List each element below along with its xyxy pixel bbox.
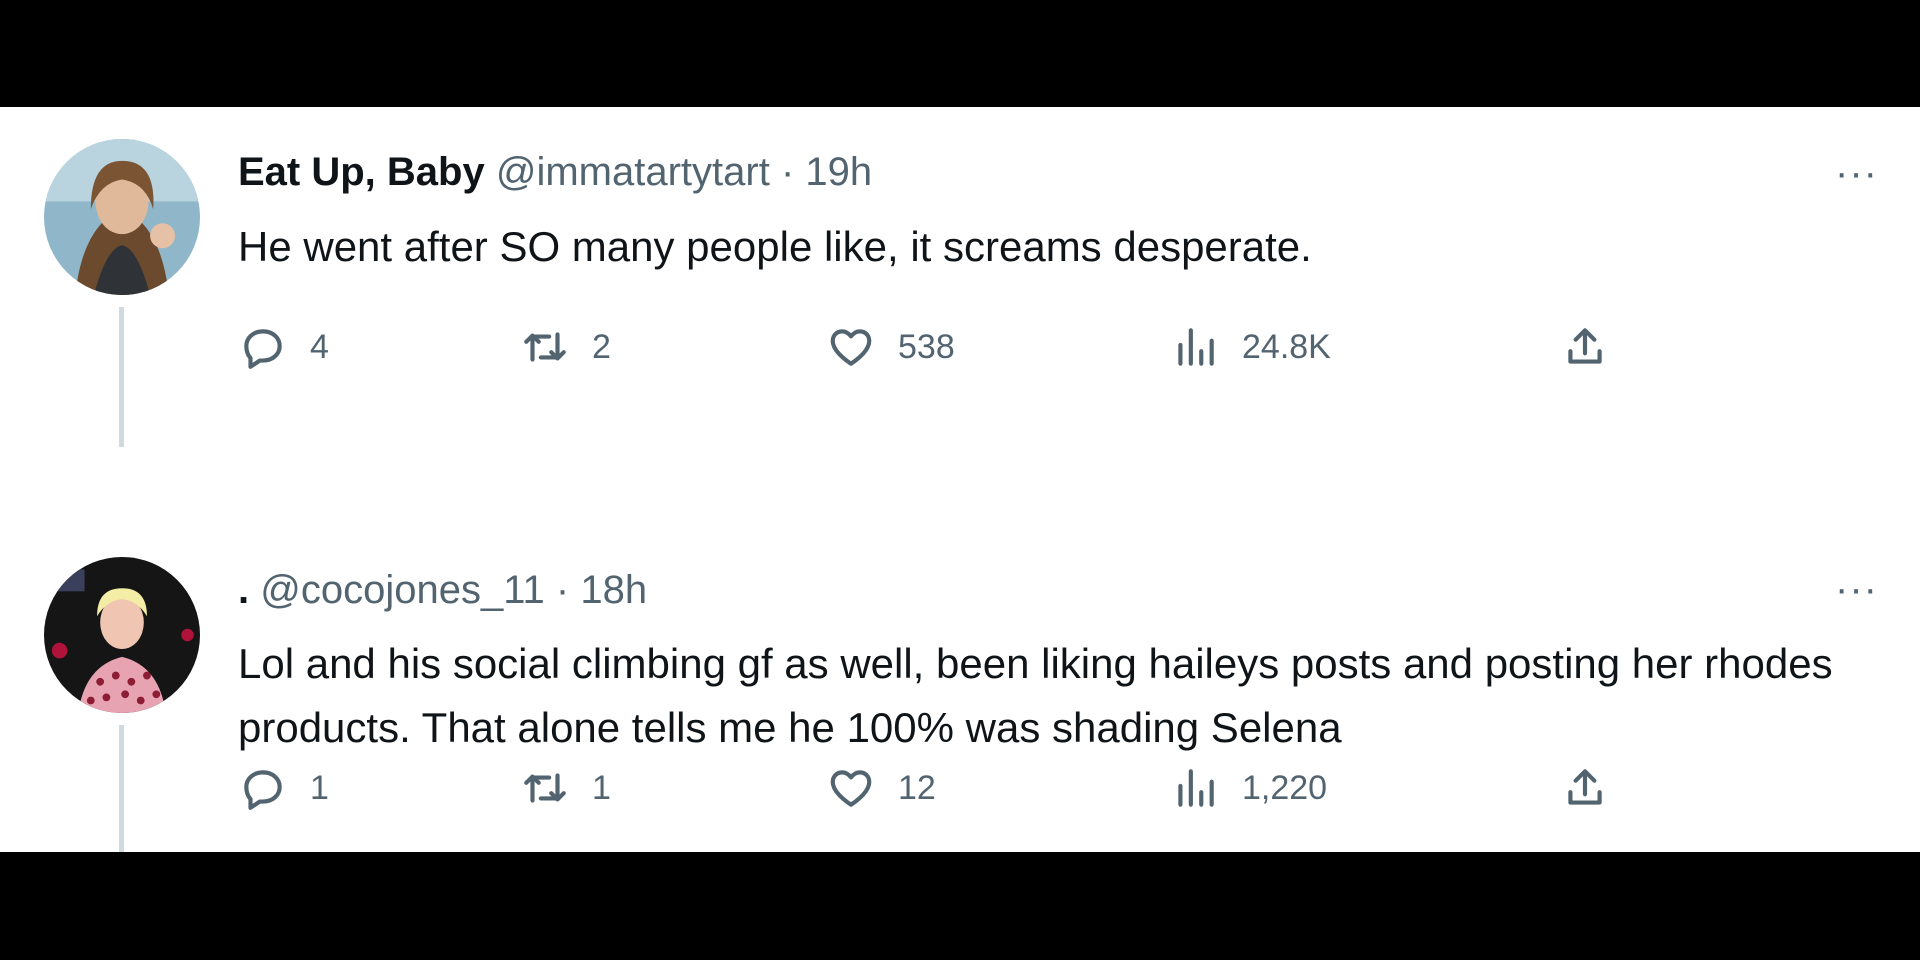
timestamp[interactable]: 19h xyxy=(805,150,872,194)
views-icon xyxy=(1178,769,1214,807)
reply-button[interactable]: 1 xyxy=(238,758,329,818)
tweet-1[interactable]: Eat Up, Baby @immatartytart · 19h ··· He… xyxy=(0,107,1920,447)
tweet-thread-panel: Eat Up, Baby @immatartytart · 19h ··· He… xyxy=(0,107,1920,852)
heart-icon xyxy=(830,770,872,807)
reply-icon xyxy=(244,329,282,369)
handle[interactable]: @immatartytart xyxy=(496,150,770,194)
retweet-count: 1 xyxy=(592,768,611,807)
avatar-image xyxy=(44,139,200,295)
tweet-text: Lol and his social climbing gf as well, … xyxy=(238,640,1833,751)
views-count: 1,220 xyxy=(1242,768,1328,807)
share-button[interactable] xyxy=(1560,758,1610,818)
action-bar xyxy=(0,852,1920,912)
more-icon[interactable]: ··· xyxy=(1835,569,1878,609)
avatar-image xyxy=(44,557,200,713)
tweet-header: Eat Up, Baby @immatartytart · 19h xyxy=(238,147,872,197)
retweet-icon xyxy=(524,332,566,362)
separator: · xyxy=(780,150,795,194)
reply-count: 4 xyxy=(310,327,329,366)
views-button[interactable]: 1,220 xyxy=(1170,758,1327,818)
views-icon xyxy=(1178,328,1214,366)
heart-icon xyxy=(830,329,872,366)
reply-icon xyxy=(244,770,282,810)
views-button[interactable]: 24.8K xyxy=(1170,317,1331,377)
like-count: 538 xyxy=(898,327,955,366)
reply-button[interactable]: 4 xyxy=(238,317,329,377)
retweet-button[interactable]: 2 xyxy=(520,317,611,377)
retweet-count: 2 xyxy=(592,327,611,366)
display-name[interactable]: . xyxy=(238,568,249,612)
tweet-header: . @cocojones_11 · 18h xyxy=(238,565,647,615)
like-button[interactable]: 538 xyxy=(826,317,955,377)
action-bar: 4 2 538 24.8K xyxy=(0,317,1920,377)
tweet-text: He went after SO many people like, it sc… xyxy=(238,223,1312,270)
timestamp[interactable]: 18h xyxy=(580,568,647,612)
display-name[interactable]: Eat Up, Baby xyxy=(238,150,485,194)
more-icon[interactable]: ··· xyxy=(1835,153,1878,193)
avatar[interactable] xyxy=(44,139,200,295)
avatar[interactable] xyxy=(44,557,200,713)
share-icon xyxy=(1568,769,1602,805)
separator: · xyxy=(555,568,570,612)
share-icon xyxy=(1568,328,1602,364)
views-count: 24.8K xyxy=(1242,327,1331,366)
action-bar: 1 1 12 1,220 xyxy=(0,758,1920,818)
handle[interactable]: @cocojones_11 xyxy=(260,568,545,612)
share-button[interactable] xyxy=(1560,317,1610,377)
like-button[interactable]: 12 xyxy=(826,758,936,818)
retweet-icon xyxy=(524,773,566,803)
like-count: 12 xyxy=(898,768,936,807)
reply-count: 1 xyxy=(310,768,329,807)
retweet-button[interactable]: 1 xyxy=(520,758,611,818)
